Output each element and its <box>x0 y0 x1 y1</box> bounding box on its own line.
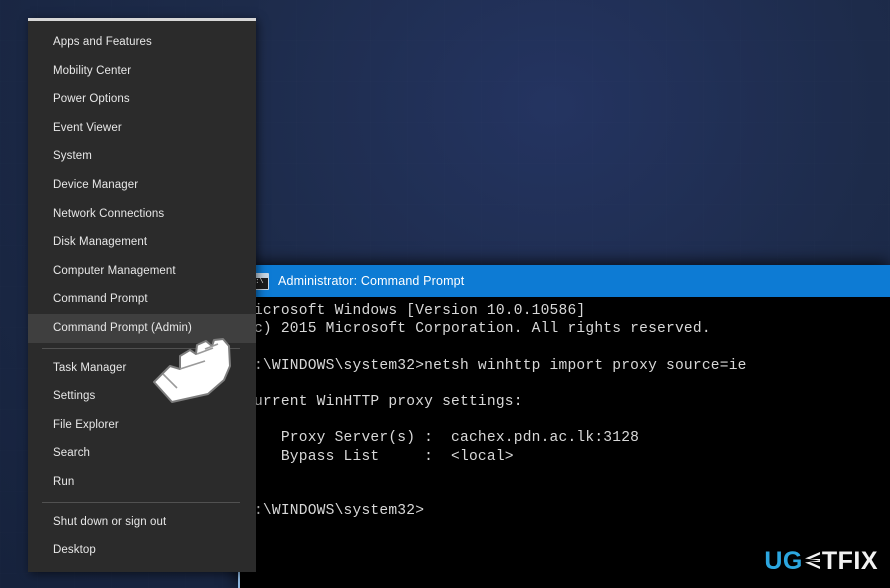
command-prompt-titlebar[interactable]: Administrator: Command Prompt <box>240 265 890 297</box>
menu-item-run[interactable]: Run <box>28 468 256 497</box>
watermark-part1: UG <box>764 547 803 575</box>
menu-item-event-viewer[interactable]: Event Viewer <box>28 114 256 143</box>
command-prompt-title: Administrator: Command Prompt <box>278 274 465 288</box>
menu-separator <box>42 347 240 349</box>
menu-item-file-explorer[interactable]: File Explorer <box>28 411 256 440</box>
menu-top-gap <box>28 21 256 28</box>
ugetfix-watermark: UG TFIX <box>764 547 878 576</box>
menu-item-device-manager[interactable]: Device Manager <box>28 171 256 200</box>
command-prompt-body[interactable]: Microsoft Windows [Version 10.0.10586] (… <box>240 297 890 588</box>
menu-item-command-prompt[interactable]: Command Prompt <box>28 285 256 314</box>
menu-item-shut-down-or-sign-out[interactable]: Shut down or sign out <box>28 508 256 537</box>
menu-item-network-connections[interactable]: Network Connections <box>28 200 256 229</box>
screenshot-root: Administrator: Command Prompt Microsoft … <box>0 0 890 588</box>
command-prompt-window[interactable]: Administrator: Command Prompt Microsoft … <box>238 265 890 588</box>
menu-item-computer-management[interactable]: Computer Management <box>28 257 256 286</box>
menu-item-system[interactable]: System <box>28 142 256 171</box>
menu-item-desktop[interactable]: Desktop <box>28 536 256 565</box>
menu-separator <box>42 501 240 503</box>
menu-item-disk-management[interactable]: Disk Management <box>28 228 256 257</box>
menu-item-search[interactable]: Search <box>28 439 256 468</box>
console-output-text: Microsoft Windows [Version 10.0.10586] (… <box>245 303 747 520</box>
menu-item-mobility-center[interactable]: Mobility Center <box>28 57 256 86</box>
menu-item-apps-and-features[interactable]: Apps and Features <box>28 28 256 57</box>
menu-item-task-manager[interactable]: Task Manager <box>28 354 256 383</box>
winx-power-user-menu[interactable]: Apps and Features Mobility Center Power Op… <box>28 18 256 572</box>
arrow-mark-icon <box>804 549 821 569</box>
menu-item-settings[interactable]: Settings <box>28 382 256 411</box>
watermark-part2: TFIX <box>821 547 878 575</box>
menu-item-command-prompt-admin[interactable]: Command Prompt (Admin) <box>28 313 256 343</box>
menu-item-list: Apps and Features Mobility Center Power Op… <box>28 21 256 565</box>
menu-item-power-options[interactable]: Power Options <box>28 85 256 114</box>
